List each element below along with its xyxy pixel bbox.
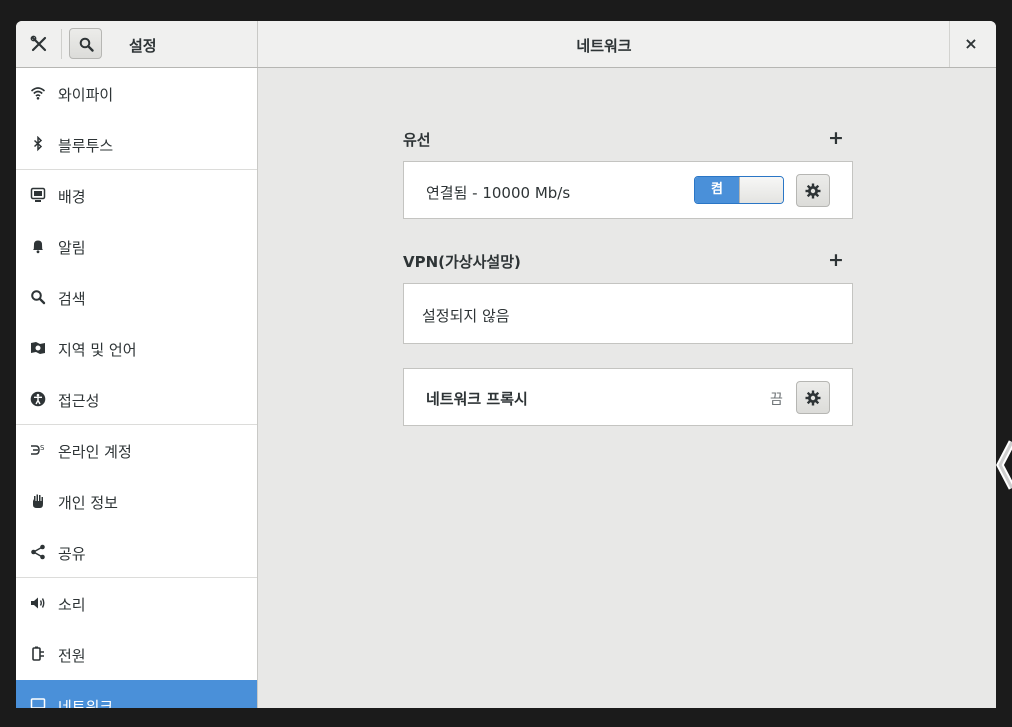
sidebar-item-online-accounts[interactable]: S 온라인 계정 [16, 425, 257, 476]
speaker-icon [31, 597, 45, 609]
network-proxy-row[interactable]: 네트워크 프록시 끔 [403, 368, 853, 426]
sidebar: 와이파이 블루투스 배경 알림 검색 지역 및 언어 접근성 S 온라인 계정 … [16, 68, 258, 708]
tools-icon[interactable] [30, 35, 48, 53]
bluetooth-icon [33, 136, 43, 152]
sidebar-item-label: 배경 [58, 188, 86, 206]
wired-toggle-switch[interactable]: 켬 [694, 176, 784, 204]
proxy-status: 끔 [770, 392, 783, 408]
power-plug-icon [32, 646, 44, 661]
sidebar-item-label: 접근성 [58, 392, 100, 410]
settings-window: 설정 네트워크 × 와이파이 블루투스 배경 알림 검색 지역 및 언어 접근성… [16, 21, 996, 708]
sidebar-item-label: 소리 [58, 596, 86, 614]
online-accounts-icon: S [31, 444, 45, 455]
network-panel: 유선 + 연결됨 - 10000 Mb/s 켬 VPN(가상사설망) + 설정되… [259, 68, 996, 708]
sidebar-item-accessibility[interactable]: 접근성 [16, 374, 257, 425]
wired-settings-button[interactable] [796, 174, 830, 207]
privacy-hand-icon [33, 494, 43, 508]
gear-icon [805, 183, 821, 199]
sidebar-item-label: 네트워크 [58, 698, 114, 708]
sidebar-item-sharing[interactable]: 공유 [16, 527, 257, 578]
sidebar-item-region[interactable]: 지역 및 언어 [16, 323, 257, 374]
svg-text:S: S [40, 444, 45, 452]
sidebar-item-background[interactable]: 배경 [16, 170, 257, 221]
wired-section-title: 유선 [403, 131, 431, 149]
proxy-title: 네트워크 프록시 [426, 390, 528, 408]
wired-status: 연결됨 - 10000 Mb/s [426, 184, 571, 202]
sidebar-item-bluetooth[interactable]: 블루투스 [16, 119, 257, 170]
vpn-empty-text: 설정되지 않음 [422, 307, 510, 325]
vpn-list: 설정되지 않음 [403, 283, 853, 344]
vpn-section-title: VPN(가상사설망) [403, 253, 521, 271]
wired-connection-row: 연결됨 - 10000 Mb/s 켬 [403, 161, 853, 219]
header-bar: 설정 네트워크 × [16, 21, 996, 68]
close-button[interactable]: × [961, 34, 981, 54]
header-left-pane: 설정 [16, 21, 258, 67]
sidebar-item-wifi[interactable]: 와이파이 [16, 68, 257, 119]
chevron-left-icon[interactable] [994, 440, 1012, 490]
gear-icon [805, 390, 821, 406]
sidebar-item-power[interactable]: 전원 [16, 629, 257, 680]
bell-icon [33, 240, 43, 254]
search-icon [79, 37, 94, 52]
sidebar-item-label: 공유 [58, 545, 86, 563]
background-icon [30, 187, 46, 202]
header-separator [61, 29, 62, 59]
search-icon [31, 290, 46, 305]
proxy-settings-button[interactable] [796, 381, 830, 414]
accessibility-icon [30, 391, 46, 407]
sidebar-item-label: 알림 [58, 239, 86, 257]
search-button[interactable] [69, 28, 102, 59]
sidebar-item-label: 블루투스 [58, 137, 114, 155]
settings-title: 설정 [129, 37, 157, 55]
sidebar-item-network[interactable]: 네트워크 [16, 680, 257, 708]
toggle-on-label: 켬 [695, 177, 739, 203]
sidebar-item-notifications[interactable]: 알림 [16, 221, 257, 272]
add-wired-button[interactable]: + [828, 129, 844, 148]
sidebar-item-privacy[interactable]: 개인 정보 [16, 476, 257, 527]
share-icon [31, 544, 45, 560]
sidebar-item-label: 와이파이 [58, 86, 114, 104]
sidebar-item-search[interactable]: 검색 [16, 272, 257, 323]
sidebar-item-sound[interactable]: 소리 [16, 578, 257, 629]
region-icon [31, 342, 45, 354]
wifi-icon [30, 87, 46, 100]
network-icon [30, 698, 46, 708]
sidebar-item-label: 개인 정보 [58, 494, 118, 512]
sidebar-item-label: 지역 및 언어 [58, 341, 137, 359]
page-title: 네트워크 [576, 37, 632, 55]
sidebar-item-label: 온라인 계정 [58, 443, 132, 461]
sidebar-item-label: 전원 [58, 647, 86, 665]
toggle-knob [739, 177, 783, 203]
add-vpn-button[interactable]: + [828, 251, 844, 270]
sidebar-item-label: 검색 [58, 290, 86, 308]
close-separator [949, 21, 950, 67]
